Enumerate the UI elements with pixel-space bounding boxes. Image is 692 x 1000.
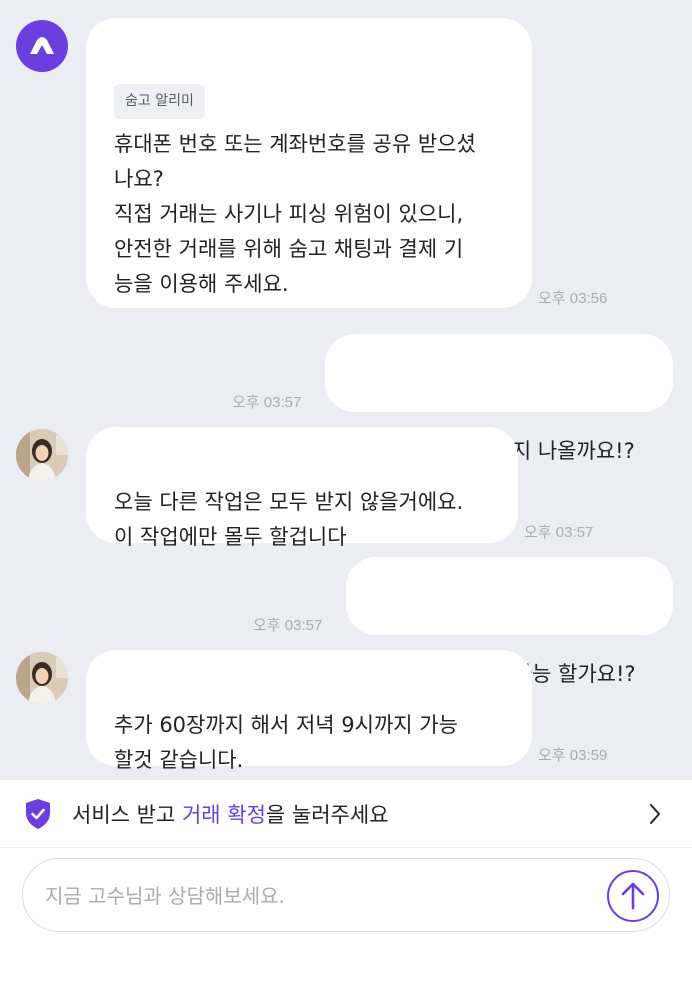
chat-area[interactable]: 숨고 알리미 휴대폰 번호 또는 계좌번호를 공유 받으셨 나요? 직접 거래는… — [0, 0, 692, 780]
message-time: 오후 03:57 — [253, 617, 323, 634]
expert-photo-icon — [16, 429, 68, 481]
soomgo-logo-avatar — [16, 20, 68, 72]
message-text: 오늘 다른 작업은 모두 받지 않을거에요. 이 작업에만 몰두 할겁니다 — [114, 490, 464, 549]
soomgo-logo-icon — [30, 37, 54, 54]
confirm-suffix: 을 눌러주세요 — [265, 803, 389, 827]
arrow-up-icon — [621, 882, 645, 910]
confirm-banner-text: 서비스 받고 거래 확정 을 눌러주세요 — [72, 780, 389, 848]
shield-check-icon — [26, 799, 50, 829]
message-bubble-system: 숨고 알리미 휴대폰 번호 또는 계좌번호를 공유 받으셨 나요? 직접 거래는… — [86, 18, 532, 308]
expert-photo-icon — [16, 652, 68, 704]
message-text: 추가 60장까지 해서 저녁 9시까지 가능 할것 같습니다. — [114, 713, 458, 772]
system-tag: 숨고 알리미 — [114, 84, 205, 119]
confirm-deal-banner[interactable]: 서비스 받고 거래 확정 을 눌러주세요 — [0, 780, 692, 848]
message-bubble-outgoing: 그럼 오늘 몇시까지 나올까요!? — [325, 334, 673, 463]
confirm-prefix: 서비스 받고 — [72, 803, 182, 827]
message-time: 오후 03:57 — [524, 524, 594, 541]
send-button[interactable] — [607, 870, 659, 922]
message-bubble-incoming: 추가 60장까지 해서 저녁 9시까지 가능 할것 같습니다. — [86, 650, 532, 772]
message-composer — [22, 858, 670, 932]
message-bubble-outgoing: 그럼 몇시까지 가능 할가요!? — [346, 557, 673, 686]
message-time: 오후 03:57 — [232, 394, 302, 411]
message-time: 오후 03:59 — [538, 747, 608, 764]
expert-avatar[interactable] — [16, 429, 68, 481]
message-bubble-incoming: 오늘 다른 작업은 모두 받지 않을거에요. 이 작업에만 몰두 할겁니다 — [86, 427, 518, 549]
chevron-right-icon[interactable] — [648, 803, 662, 825]
message-input[interactable] — [45, 877, 585, 915]
expert-avatar[interactable] — [16, 652, 68, 704]
message-text: 휴대폰 번호 또는 계좌번호를 공유 받으셨 나요? 직접 거래는 사기나 피싱… — [114, 132, 476, 296]
message-time: 오후 03:56 — [538, 290, 608, 307]
confirm-highlight: 거래 확정 — [181, 803, 266, 827]
